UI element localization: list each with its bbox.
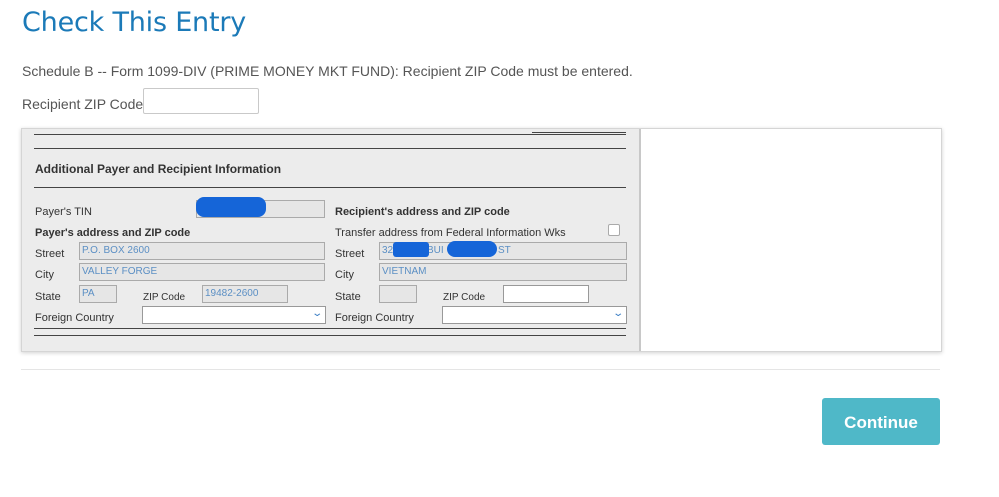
payer-city-field[interactable]: VALLEY FORGE — [79, 263, 325, 281]
recipient-zip-field[interactable] — [503, 285, 589, 303]
continue-button[interactable]: Continue — [822, 398, 940, 445]
recipient-zip-label: Recipient ZIP Code — [22, 96, 144, 112]
error-message: Schedule B -- Form 1099-DIV (PRIME MONEY… — [22, 63, 633, 79]
page-title: Check This Entry — [22, 7, 247, 38]
recipient-zip-label: ZIP Code — [443, 292, 486, 303]
transfer-address-checkbox[interactable] — [608, 224, 620, 236]
redaction-mark — [447, 241, 497, 257]
section-title: Additional Payer and Recipient Informati… — [35, 162, 282, 176]
recipient-zip-input[interactable] — [143, 88, 259, 114]
payer-zip-field[interactable]: 19482-2600 — [202, 285, 288, 303]
redaction-mark — [196, 197, 266, 217]
divider — [34, 134, 626, 135]
recipient-state-label: State — [335, 291, 361, 303]
transfer-address-label: Transfer address from Federal Informatio… — [335, 227, 566, 239]
divider — [532, 132, 626, 133]
recipient-city-label: City — [335, 269, 354, 281]
recipient-street-label: Street — [335, 248, 365, 260]
form-1099-div-preview: Additional Payer and Recipient Informati… — [22, 129, 641, 351]
payer-country-select[interactable]: ⌄ — [142, 306, 326, 324]
divider — [34, 187, 626, 188]
recipient-country-label: Foreign Country — [335, 312, 414, 324]
street-part: ST — [498, 245, 511, 256]
payer-country-label: Foreign Country — [35, 312, 114, 324]
payer-zip-label: ZIP Code — [143, 292, 186, 303]
payer-city-label: City — [35, 269, 54, 281]
section-divider — [21, 369, 940, 370]
payer-street-field[interactable]: P.O. BOX 2600 — [79, 242, 325, 260]
recipient-address-header: Recipient's address and ZIP code — [335, 206, 510, 218]
recipient-state-field[interactable] — [379, 285, 417, 303]
payer-address-header: Payer's address and ZIP code — [35, 227, 191, 239]
payer-street-label: Street — [35, 248, 65, 260]
recipient-city-field[interactable]: VIETNAM — [379, 263, 627, 281]
recipient-country-select[interactable]: ⌄ — [442, 306, 627, 324]
payer-state-field[interactable]: PA — [79, 285, 117, 303]
street-part: BUI — [427, 245, 444, 256]
payer-state-label: State — [35, 291, 61, 303]
form-preview-panel: Additional Payer and Recipient Informati… — [21, 128, 942, 352]
divider — [34, 148, 626, 149]
payer-tin-label: Payer's TIN — [35, 206, 92, 218]
chevron-down-icon: ⌄ — [310, 308, 323, 319]
chevron-down-icon: ⌄ — [611, 308, 624, 319]
divider — [34, 328, 626, 329]
divider — [34, 335, 626, 336]
redaction-mark — [393, 242, 429, 257]
street-part: 32 — [382, 245, 394, 256]
